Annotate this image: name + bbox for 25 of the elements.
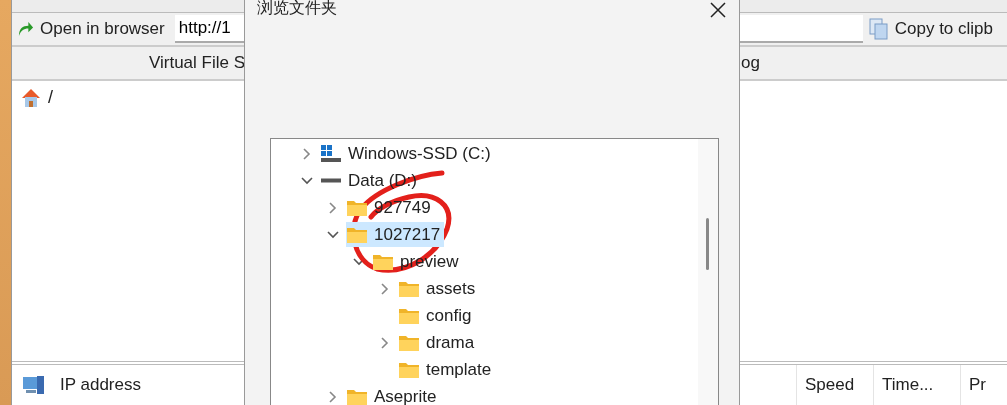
close-icon[interactable] <box>709 1 727 19</box>
arrow-icon <box>18 21 34 37</box>
tree-item[interactable]: assets <box>398 276 480 301</box>
copy-to-clipboard-button[interactable]: Copy to clipb <box>862 16 999 42</box>
column-header: Pr <box>960 365 1007 405</box>
tree-item[interactable]: 1027217 <box>346 222 445 247</box>
copy-icon <box>868 18 889 40</box>
column-header: Time... <box>873 365 960 405</box>
tree-item[interactable]: Aseprite <box>346 384 441 405</box>
column-header: Speed <box>796 365 873 405</box>
tree-item[interactable]: drama <box>398 330 479 355</box>
column-header: og <box>741 53 760 73</box>
column-header: Virtual File S <box>148 53 245 73</box>
tree-item[interactable]: Windows-SSD (C:) <box>320 141 495 166</box>
dialog-title: 浏览文件夹 <box>257 0 337 19</box>
tree-item[interactable]: config <box>398 303 476 328</box>
column-header: IP address <box>60 375 141 395</box>
tree-item[interactable]: template <box>398 357 496 382</box>
scrollbar[interactable] <box>698 139 718 405</box>
computer-icon <box>22 374 46 396</box>
path-text: / <box>48 87 53 108</box>
drive-icon <box>320 178 342 183</box>
drive-icon <box>320 143 342 164</box>
home-icon <box>20 87 42 109</box>
open-in-browser-button[interactable]: Open in browser <box>12 17 171 41</box>
